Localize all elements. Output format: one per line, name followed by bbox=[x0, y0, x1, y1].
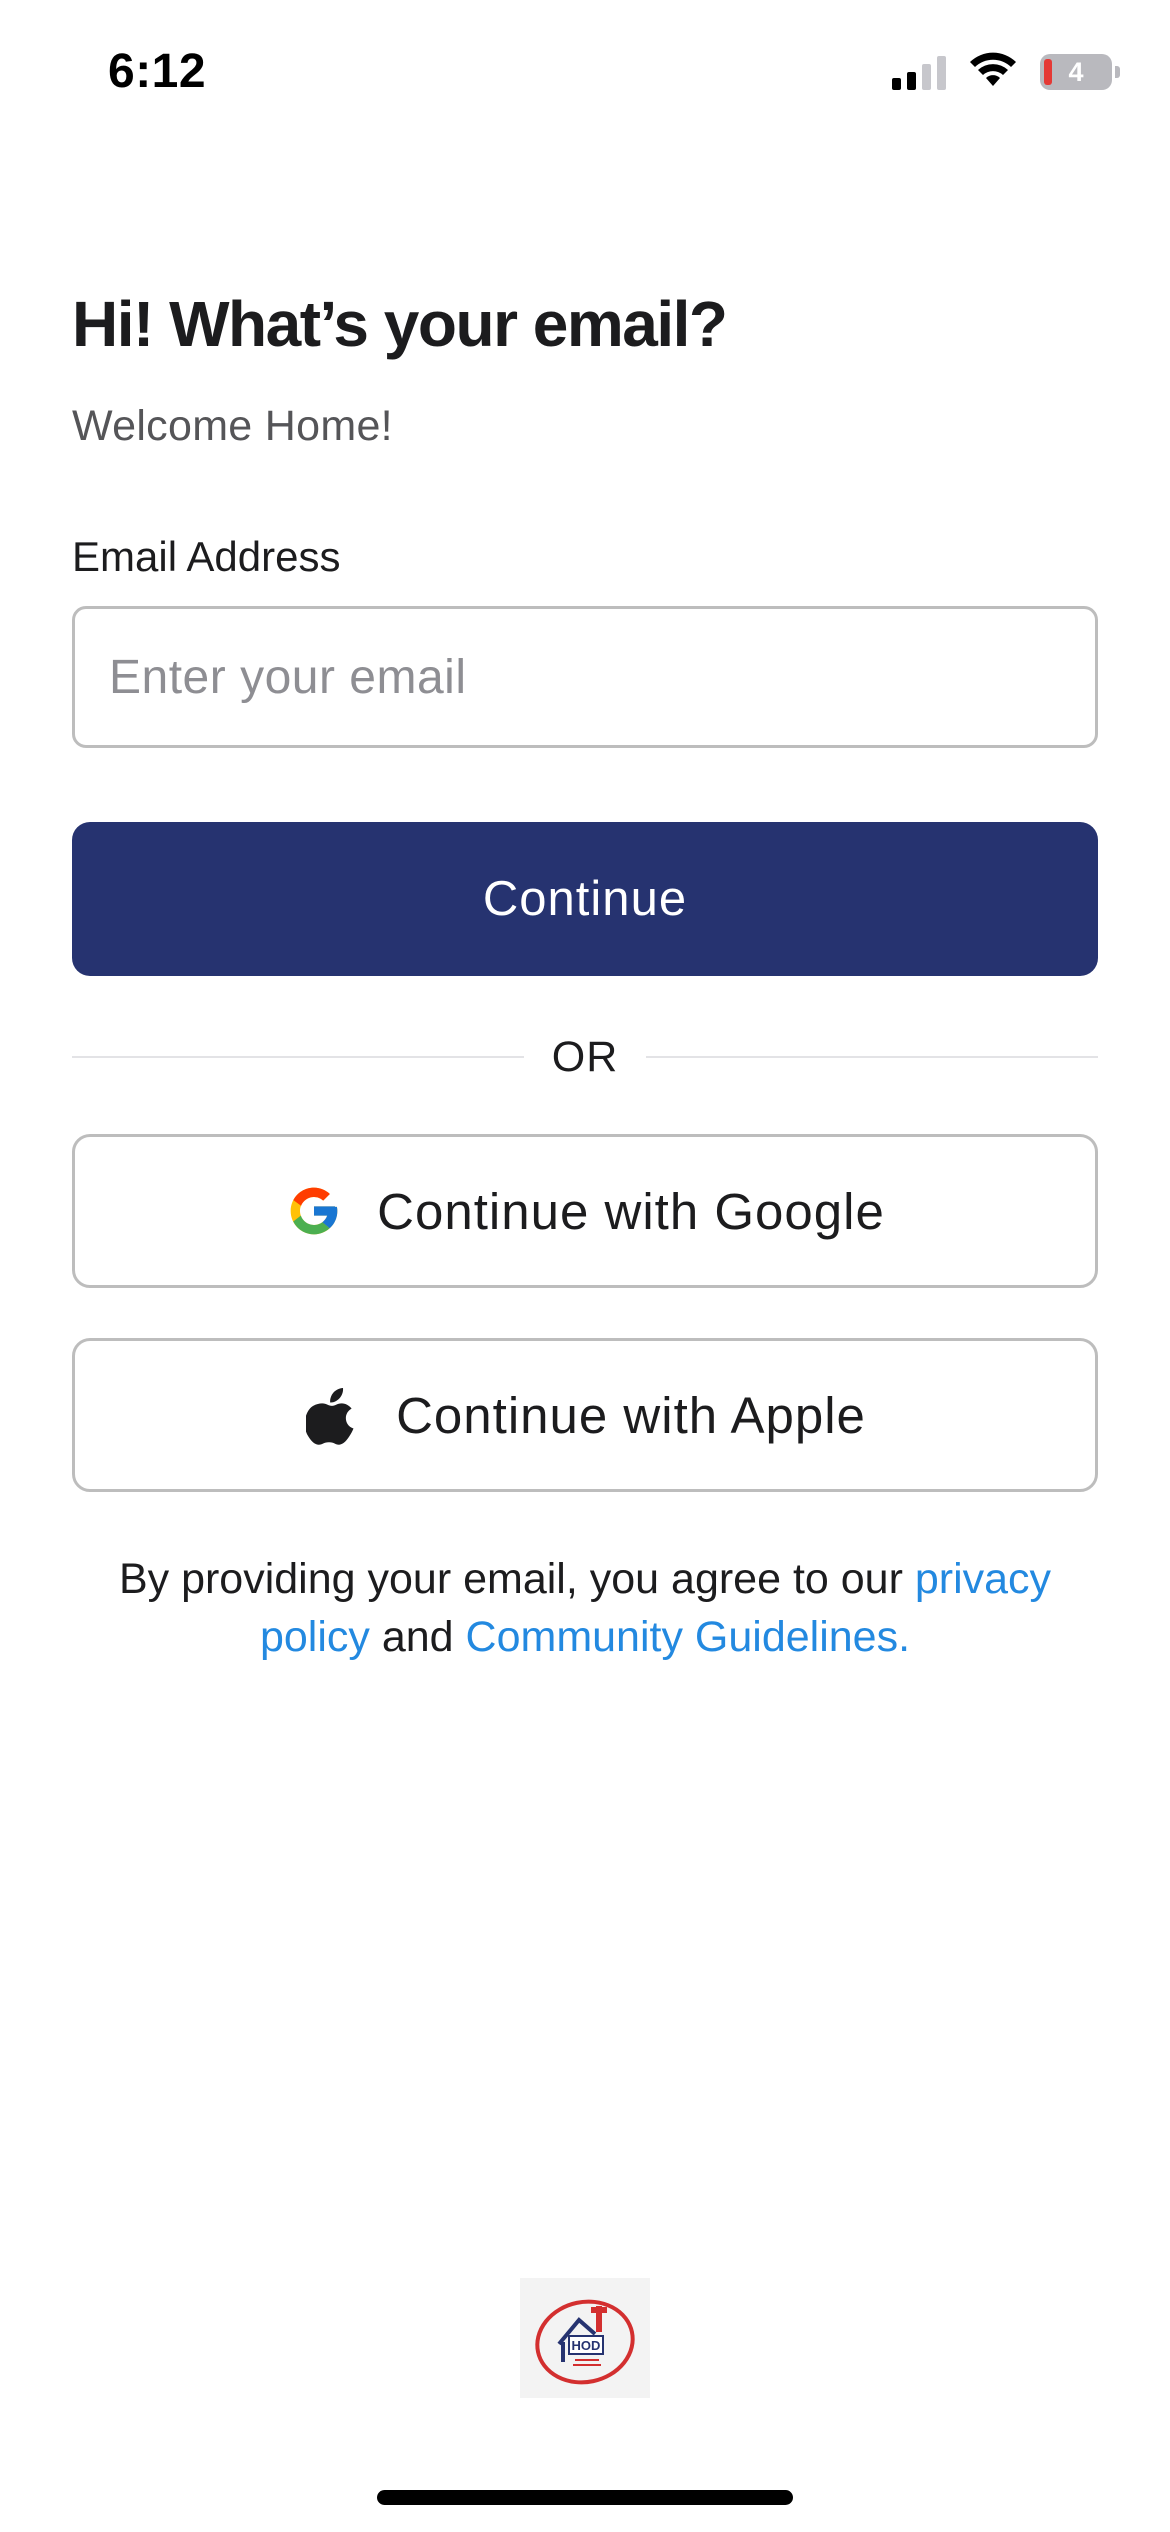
community-guidelines-link[interactable]: Community Guidelines. bbox=[466, 1613, 911, 1661]
google-button-label: Continue with Google bbox=[377, 1182, 885, 1240]
google-icon bbox=[285, 1182, 343, 1240]
email-label: Email Address bbox=[72, 533, 341, 580]
status-icons: 4 bbox=[892, 52, 1120, 93]
continue-with-apple-button[interactable]: Continue with Apple bbox=[72, 1338, 1098, 1492]
battery-icon: 4 bbox=[1040, 54, 1120, 90]
status-time: 6:12 bbox=[108, 45, 207, 98]
cellular-signal-icon bbox=[892, 54, 946, 90]
legal-middle: and bbox=[369, 1613, 466, 1661]
continue-button[interactable]: Continue bbox=[72, 822, 1098, 976]
or-divider: OR bbox=[72, 1030, 1098, 1084]
email-input[interactable] bbox=[72, 606, 1098, 748]
legal-notice: By providing your email, you agree to ou… bbox=[72, 1550, 1098, 1666]
status-bar: 6:12 4 bbox=[0, 0, 1170, 150]
logo-text: HOD bbox=[572, 2338, 601, 2353]
legal-prefix: By providing your email, you agree to ou… bbox=[118, 1555, 915, 1603]
home-indicator[interactable] bbox=[377, 2490, 793, 2505]
page-subtitle: Welcome Home! bbox=[72, 402, 393, 450]
wifi-icon bbox=[968, 52, 1018, 93]
continue-with-google-button[interactable]: Continue with Google bbox=[72, 1134, 1098, 1288]
page-title: Hi! What’s your email? bbox=[72, 288, 728, 360]
divider-line-left bbox=[72, 1056, 524, 1058]
apple-button-label: Continue with Apple bbox=[396, 1386, 866, 1444]
divider-line-right bbox=[646, 1056, 1098, 1058]
apple-icon bbox=[304, 1386, 362, 1445]
signup-screen: 6:12 4 Hi! What’s your email? Welcome Ho… bbox=[0, 0, 1170, 2532]
battery-level: 4 bbox=[1068, 56, 1084, 87]
hod-logo: HOD bbox=[520, 2278, 650, 2398]
divider-text: OR bbox=[551, 1032, 619, 1081]
